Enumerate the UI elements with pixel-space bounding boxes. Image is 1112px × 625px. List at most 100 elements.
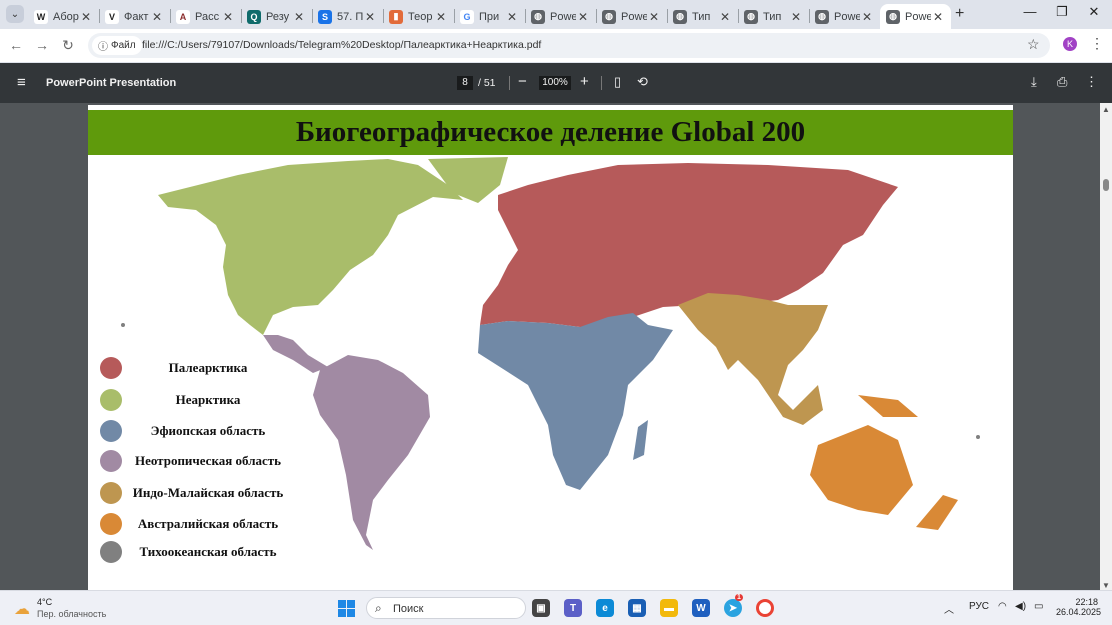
more-options-icon[interactable]: ⋮ xyxy=(1085,74,1098,90)
download-icon[interactable]: ⤓ xyxy=(1031,74,1037,90)
page-number-input[interactable]: 8 xyxy=(457,76,473,90)
forward-button[interactable]: → xyxy=(33,37,51,53)
weather-condition[interactable]: Пер. облачность xyxy=(37,609,106,619)
rotate-icon[interactable]: ⟲ xyxy=(637,74,648,90)
clock-date: 26.04.2025 xyxy=(1056,607,1102,617)
address-toolbar: ← → ↻ ⓘ Файл file:///C:/Users/79107/Downl… xyxy=(0,29,1112,62)
browser-tab[interactable]: ◍ Powe ✕ xyxy=(880,4,951,29)
tab-favicon-icon: A xyxy=(176,9,190,24)
browser-tab[interactable]: ◍ Powe ✕ xyxy=(525,4,596,29)
telegram-icon[interactable]: ➤ 1 xyxy=(724,594,743,617)
tab-title: Абор xyxy=(53,10,79,23)
tab-close-icon[interactable]: ✕ xyxy=(789,10,803,24)
zoom-input[interactable]: 100% xyxy=(539,76,571,90)
tab-title: 57. П xyxy=(337,10,363,23)
legend-label: Палеарктика xyxy=(168,360,248,375)
tab-close-icon[interactable]: ✕ xyxy=(931,10,945,24)
tab-close-icon[interactable]: ✕ xyxy=(363,10,377,24)
legend-label: Индо-Малайская область xyxy=(132,485,284,500)
browser-tab[interactable]: ▮ Теор ✕ xyxy=(383,4,454,29)
scrollbar-thumb[interactable] xyxy=(1103,179,1109,191)
restore-button[interactable]: ❐ xyxy=(1052,4,1072,20)
tab-close-icon[interactable]: ✕ xyxy=(576,10,590,24)
site-chip-label: Файл xyxy=(111,40,136,51)
weather-cloud-icon[interactable]: ☁ xyxy=(14,599,30,619)
tab-close-icon[interactable]: ✕ xyxy=(860,10,874,24)
tab-favicon-icon: Q xyxy=(247,9,261,24)
wifi-icon[interactable]: ◠ xyxy=(998,601,1007,612)
teams-icon[interactable]: T xyxy=(564,599,582,617)
tab-favicon-icon: ▮ xyxy=(389,9,403,24)
tab-close-icon[interactable]: ✕ xyxy=(150,10,164,24)
tab-favicon-icon: G xyxy=(460,9,474,24)
browser-tab[interactable]: Q Резу ✕ xyxy=(241,4,312,29)
tab-close-icon[interactable]: ✕ xyxy=(434,10,448,24)
browser-tab[interactable]: ◍ Powe ✕ xyxy=(596,4,667,29)
tab-separator xyxy=(454,9,455,23)
search-icon: ⌕ xyxy=(375,601,382,615)
new-tab-button[interactable]: + xyxy=(955,5,964,23)
tab-strip: ⌄ W Абор ✕ V Факт ✕ A Расс ✕ Q Резу ✕ S 57. П ✕ ▮ Теор ✕ G… xyxy=(0,0,1112,29)
fit-page-icon[interactable]: ▯ xyxy=(614,74,621,90)
system-clock[interactable]: 22:18 26.04.2025 xyxy=(1056,597,1102,617)
url-text[interactable]: file:///C:/Users/79107/Downloads/Telegra… xyxy=(142,39,541,51)
browser-menu-icon[interactable]: ⋮ xyxy=(1090,35,1104,52)
scroll-down-icon[interactable]: ▼ xyxy=(1102,581,1110,590)
zoom-in-button[interactable]: + xyxy=(580,73,589,90)
browser-tab[interactable]: W Абор ✕ xyxy=(28,4,99,29)
back-button[interactable]: ← xyxy=(7,37,25,53)
tab-close-icon[interactable]: ✕ xyxy=(718,10,732,24)
madagascar xyxy=(633,420,648,460)
scroll-up-icon[interactable]: ▲ xyxy=(1102,105,1110,114)
vertical-scrollbar[interactable]: ▲ ▼ xyxy=(1100,103,1112,590)
australasian-region xyxy=(810,425,913,515)
chrome-icon[interactable] xyxy=(756,599,774,617)
reload-button[interactable]: ↻ xyxy=(59,37,77,54)
bookmark-star-icon[interactable]: ☆ xyxy=(1027,36,1040,53)
weather-temperature[interactable]: 4°C xyxy=(37,597,52,607)
tab-close-icon[interactable]: ✕ xyxy=(292,10,306,24)
taskbar-search-box[interactable]: ⌕ Поиск xyxy=(366,597,526,619)
tab-close-icon[interactable]: ✕ xyxy=(221,10,235,24)
tab-search-button[interactable]: ⌄ xyxy=(6,5,24,23)
legend-label: Неотропическая область xyxy=(134,453,282,468)
hamburger-menu-icon[interactable]: ≡ xyxy=(17,74,26,91)
print-icon[interactable]: ⎙ xyxy=(1057,74,1067,90)
tab-favicon-icon: W xyxy=(34,9,48,24)
browser-tab[interactable]: G При ✕ xyxy=(454,4,525,29)
tab-separator xyxy=(312,9,313,23)
language-indicator[interactable]: РУС xyxy=(969,601,989,612)
close-window-button[interactable]: ✕ xyxy=(1084,4,1104,20)
browser-tab[interactable]: V Факт ✕ xyxy=(99,4,170,29)
browser-tab[interactable]: A Расс ✕ xyxy=(170,4,241,29)
legend-swatch xyxy=(100,513,122,535)
tab-close-icon[interactable]: ✕ xyxy=(647,10,661,24)
tab-close-icon[interactable]: ✕ xyxy=(505,10,519,24)
browser-tab[interactable]: S 57. П ✕ xyxy=(312,4,383,29)
tab-separator xyxy=(99,9,100,23)
tab-title: При xyxy=(479,10,500,23)
edge-icon[interactable]: e xyxy=(596,599,614,617)
battery-icon[interactable]: ▭ xyxy=(1034,601,1043,612)
windows-start-icon[interactable] xyxy=(338,600,355,617)
tab-favicon-icon: ◍ xyxy=(744,9,758,24)
page-total: / 51 xyxy=(478,77,496,89)
legend-label: Эфиопская область xyxy=(150,423,266,438)
zoom-out-button[interactable]: − xyxy=(518,73,527,90)
store-icon[interactable]: ▦ xyxy=(628,599,646,617)
word-icon[interactable]: W xyxy=(692,599,710,617)
omnibox[interactable]: ⓘ Файл file:///C:/Users/79107/Downloads/T… xyxy=(88,33,1050,58)
tab-title: Резу xyxy=(266,10,290,23)
profile-avatar[interactable]: K xyxy=(1063,37,1077,51)
tray-overflow-icon[interactable]: ︿ xyxy=(944,601,954,616)
browser-tab[interactable]: ◍ Тип ✕ xyxy=(738,4,809,29)
browser-tab[interactable]: ◍ Powe ✕ xyxy=(809,4,880,29)
site-info-chip[interactable]: ⓘ Файл xyxy=(92,36,142,55)
tab-close-icon[interactable]: ✕ xyxy=(79,10,93,24)
tab-title: Тип xyxy=(763,10,782,23)
minimize-button[interactable]: — xyxy=(1020,4,1040,19)
task-view-icon[interactable]: ▣ xyxy=(532,599,550,617)
browser-tab[interactable]: ◍ Тип ✕ xyxy=(667,4,738,29)
file-explorer-icon[interactable]: ▬ xyxy=(660,599,678,617)
volume-icon[interactable]: ◀) xyxy=(1015,601,1026,612)
